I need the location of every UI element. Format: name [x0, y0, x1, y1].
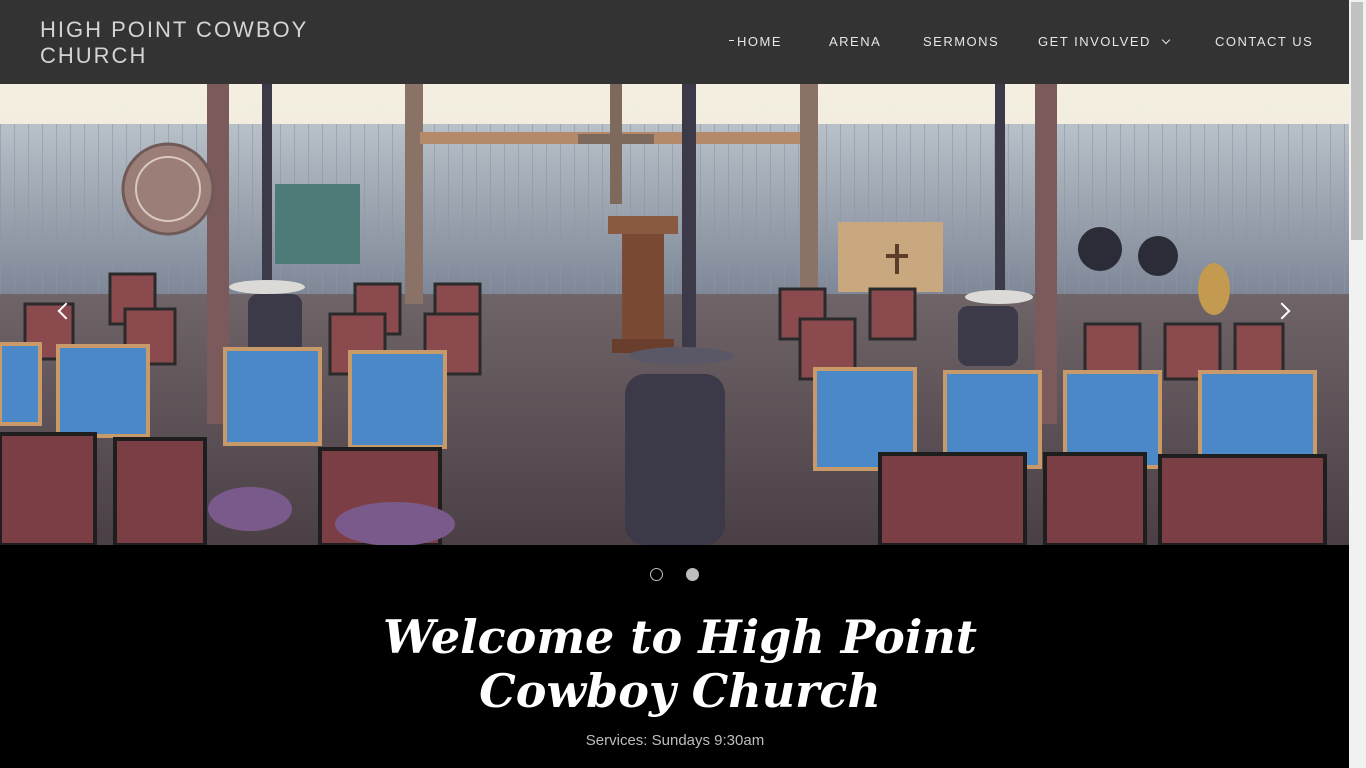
slide-dot-1[interactable]: [650, 568, 663, 581]
nav-item-arena[interactable]: ARENA: [829, 34, 881, 49]
active-indicator-icon: [729, 40, 734, 42]
nav-item-contact[interactable]: CONTACT US: [1215, 34, 1313, 49]
hero-image: [0, 84, 1349, 545]
scrollbar-thumb[interactable]: [1351, 2, 1363, 240]
welcome-heading: Welcome to High Point Cowboy Church: [382, 610, 977, 718]
nav-get-involved-label: GET INVOLVED: [1038, 34, 1151, 49]
slide-dot-2[interactable]: [686, 568, 699, 581]
chevron-down-icon: [1161, 35, 1171, 45]
site-header: HIGH POINT COWBOY CHURCH HOME ARENA SERM…: [0, 0, 1349, 84]
services-time: Services: Sundays 9:30am: [585, 732, 765, 749]
nav-home-label: HOME: [737, 34, 782, 49]
nav-item-sermons[interactable]: SERMONS: [923, 34, 999, 49]
hero-slideshow: [0, 84, 1349, 545]
nav-item-get-involved[interactable]: GET INVOLVED: [1038, 34, 1171, 49]
nav-item-home[interactable]: HOME: [729, 34, 782, 49]
main-nav: HOME ARENA SERMONS GET INVOLVED CONTACT …: [0, 34, 1349, 50]
